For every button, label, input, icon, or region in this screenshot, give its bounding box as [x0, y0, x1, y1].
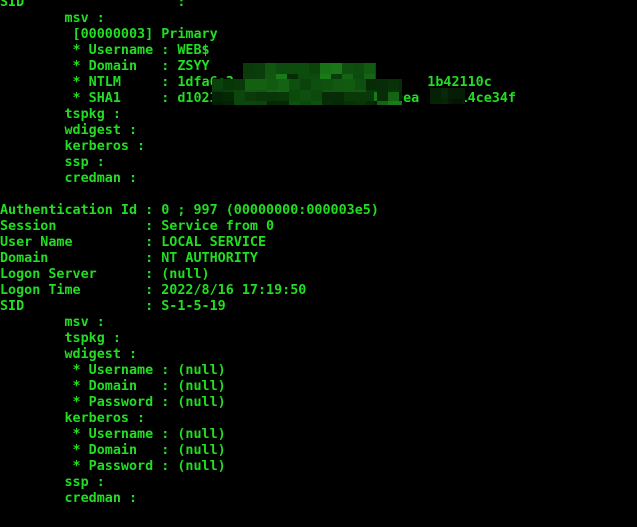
terminal-line: credman :	[0, 171, 138, 186]
terminal-line: * Domain : ZSYY	[0, 59, 210, 74]
terminal-line: msv :	[0, 11, 105, 26]
terminal-line: tspkg :	[0, 107, 121, 122]
terminal-line: * Username : (null)	[0, 363, 226, 378]
terminal-line: SID : S-1-5-19	[0, 299, 226, 314]
terminal-line: Authentication Id : 0 ; 997 (00000000:00…	[0, 203, 379, 218]
terminal-line: kerberos :	[0, 411, 146, 426]
terminal-line: ssp :	[0, 475, 105, 490]
terminal-line: wdigest :	[0, 123, 138, 138]
terminal-line: Session : Service from 0	[0, 219, 275, 234]
terminal-line: credman :	[0, 491, 138, 506]
terminal-line: SID :	[0, 0, 186, 10]
terminal-text-output: SID : msv : [00000003] Primary * Usernam…	[0, 0, 637, 523]
terminal-line: User Name : LOCAL SERVICE	[0, 235, 267, 250]
terminal-line: * NTLM : 1dfa6e3 1b42110c	[0, 75, 492, 90]
terminal-line: Logon Server : (null)	[0, 267, 210, 282]
terminal-line: ssp :	[0, 155, 105, 170]
terminal-line: [00000003] Primary	[0, 27, 218, 42]
terminal-line: msv :	[0, 315, 105, 330]
terminal-window: SID : msv : [00000003] Primary * Usernam…	[0, 0, 637, 527]
terminal-line: * Password : (null)	[0, 395, 226, 410]
terminal-line: * Username : (null)	[0, 427, 226, 442]
terminal-line: Logon Time : 2022/8/16 17:19:50	[0, 283, 307, 298]
terminal-line: kerberos :	[0, 139, 146, 154]
terminal-line: * Username : WEB$	[0, 43, 210, 58]
terminal-line: wdigest :	[0, 347, 138, 362]
terminal-line: * Domain : (null)	[0, 443, 226, 458]
terminal-line: * SHA1 : d1023b df819ea 14ce34f	[0, 91, 516, 106]
terminal-line: Domain : NT AUTHORITY	[0, 251, 258, 266]
terminal-line: tspkg :	[0, 331, 121, 346]
terminal-line: * Password : (null)	[0, 459, 226, 474]
terminal-line: * Domain : (null)	[0, 379, 226, 394]
